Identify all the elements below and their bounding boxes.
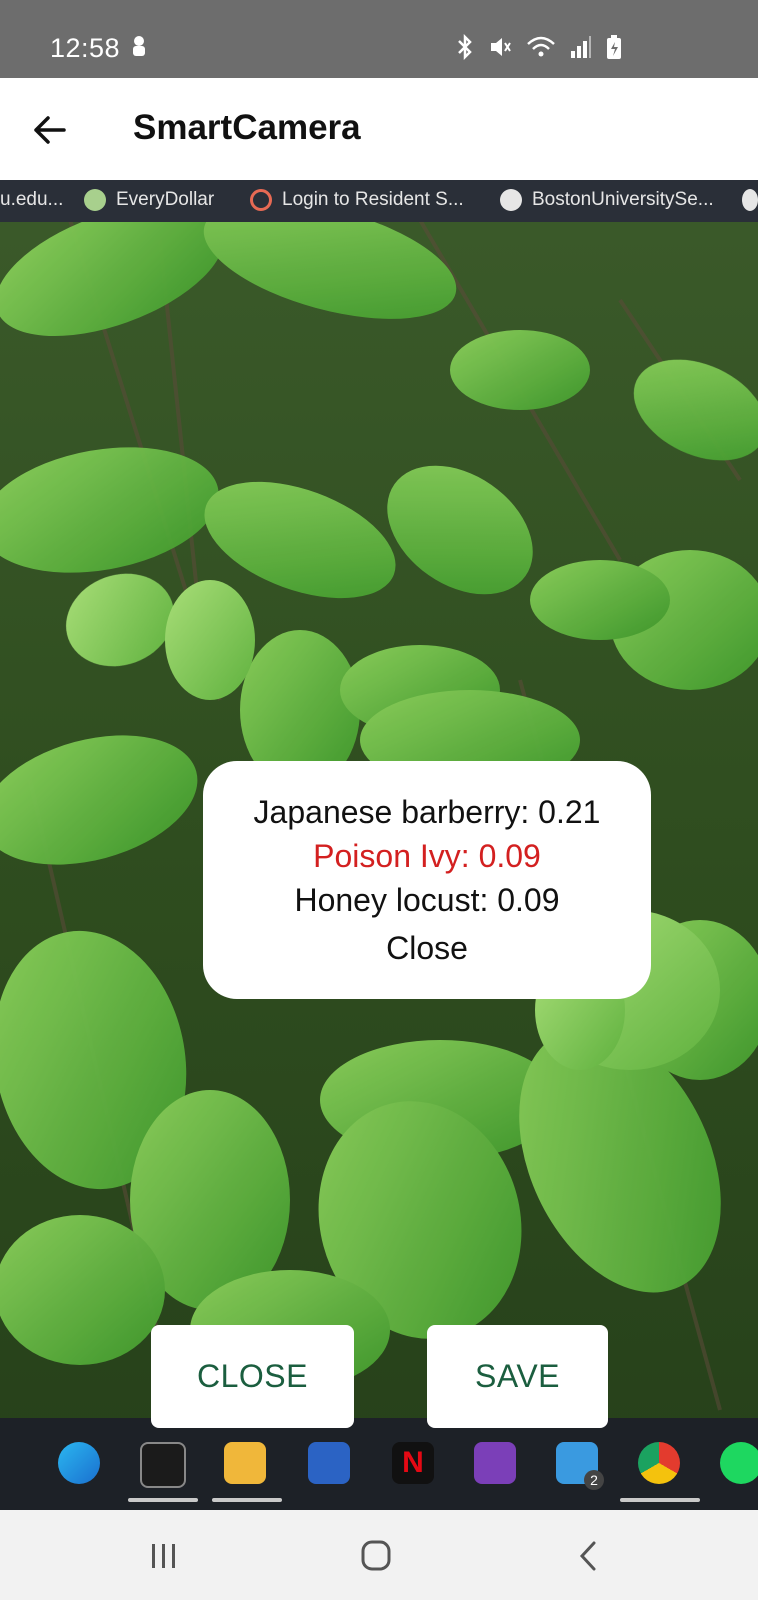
system-nav-bar bbox=[0, 1510, 758, 1600]
mail-badge: 2 bbox=[584, 1470, 604, 1490]
bookmark-item: BostonUniversitySe... bbox=[500, 189, 714, 211]
bookmark-item: u.edu... bbox=[0, 189, 64, 210]
github-icon bbox=[500, 189, 522, 211]
status-bar: 12:58 bbox=[0, 0, 758, 78]
globe-icon bbox=[84, 189, 106, 211]
status-time: 12:58 bbox=[50, 33, 121, 63]
wifi-icon bbox=[526, 34, 556, 65]
bookmark-item bbox=[742, 189, 758, 211]
active-indicator bbox=[620, 1498, 700, 1502]
back-nav-button[interactable] bbox=[568, 1538, 608, 1574]
terminal-icon bbox=[140, 1442, 186, 1488]
chrome-icon bbox=[638, 1442, 680, 1484]
home-button[interactable] bbox=[356, 1538, 396, 1574]
edge-icon bbox=[58, 1442, 100, 1484]
back-button[interactable] bbox=[30, 110, 70, 150]
signal-icon bbox=[570, 34, 592, 65]
battery-charging-icon bbox=[606, 34, 622, 65]
photo-bookmarks-bar: u.edu... EveryDollar Login to Resident S… bbox=[0, 180, 758, 222]
results-dialog: Japanese barberry: 0.21 Poison Ivy: 0.09… bbox=[203, 761, 651, 999]
photo-taskbar: N 2 bbox=[0, 1418, 758, 1510]
site-icon bbox=[742, 189, 758, 211]
recent-apps-icon bbox=[152, 1544, 175, 1568]
close-button[interactable]: CLOSE bbox=[151, 1325, 354, 1428]
mail-icon: 2 bbox=[556, 1442, 604, 1490]
netflix-icon: N bbox=[392, 1442, 434, 1484]
home-icon bbox=[361, 1540, 391, 1571]
folder-icon bbox=[224, 1442, 266, 1484]
status-icons bbox=[456, 33, 622, 65]
arrow-left-icon bbox=[34, 116, 66, 144]
bluetooth-icon bbox=[456, 33, 474, 65]
chevron-left-icon bbox=[579, 1541, 596, 1571]
active-indicator bbox=[128, 1498, 198, 1502]
onenote-icon bbox=[474, 1442, 516, 1484]
save-button[interactable]: SAVE bbox=[427, 1325, 608, 1428]
android-notification-icon bbox=[128, 34, 150, 65]
dialog-close-button[interactable]: Close bbox=[386, 926, 468, 970]
result-line: Japanese barberry: 0.21 bbox=[253, 794, 601, 830]
bookmark-item: Login to Resident S... bbox=[250, 189, 464, 211]
active-indicator bbox=[212, 1498, 282, 1502]
word-icon bbox=[308, 1442, 350, 1484]
app-bar: SmartCamera bbox=[0, 78, 758, 180]
result-line: Honey locust: 0.09 bbox=[294, 882, 560, 918]
app-title: SmartCamera bbox=[133, 108, 361, 147]
site-icon bbox=[250, 189, 272, 211]
bookmark-item: EveryDollar bbox=[84, 189, 214, 211]
spotify-icon bbox=[720, 1442, 758, 1484]
result-line-highlighted: Poison Ivy: 0.09 bbox=[313, 838, 541, 874]
mute-icon bbox=[488, 34, 512, 65]
recent-apps-button[interactable] bbox=[144, 1538, 184, 1574]
